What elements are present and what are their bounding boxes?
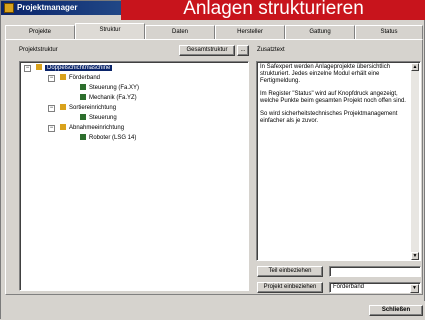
close-button[interactable]: Schließen (369, 305, 423, 316)
status-bar (1, 301, 425, 320)
teil-input[interactable] (329, 266, 421, 277)
tree-node-abnahmeeinrichtung[interactable]: Abnahmeeinrichtung (60, 124, 124, 132)
folder-icon (60, 74, 66, 81)
tab-projekte[interactable]: Projekte (5, 25, 75, 39)
zusatztext-area[interactable]: In Safexpert werden Anlageprojekte übers… (256, 61, 421, 261)
app-icon (4, 3, 14, 13)
tab-hersteller[interactable]: Hersteller (215, 25, 285, 39)
projektstruktur-label: Projektstruktur (19, 47, 58, 53)
tree-node-sortiereinrichtung[interactable]: Sortiereinrichtung (60, 104, 116, 112)
note-paragraph: So wird sicherheitstechnisches Projektma… (260, 111, 398, 124)
collapse-toggle[interactable]: − (48, 105, 55, 112)
more-button[interactable]: ... (237, 45, 249, 56)
project-tree[interactable]: − Doppelschichtmaschine − Förderband Ste… (19, 61, 249, 291)
projektmanager-window: Projektmanager Anlagen strukturieren Pro… (0, 0, 425, 320)
tree-node-steuerung[interactable]: Steuerung (80, 114, 117, 122)
note-scrollbar[interactable]: ▲ ▼ (411, 63, 419, 260)
tab-bar: Projekte Struktur Daten Hersteller Gattu… (5, 23, 423, 39)
tree-node-mechanik-yz[interactable]: Mechanik (Fa.YZ) (80, 94, 137, 102)
module-icon (80, 114, 86, 121)
gesamtstruktur-button[interactable]: Gesamtstruktur (179, 45, 235, 56)
chevron-down-icon[interactable]: ▼ (410, 284, 419, 293)
folder-icon (60, 124, 66, 131)
collapse-toggle[interactable]: − (24, 65, 31, 72)
note-paragraph: In Safexpert werden Anlageprojekte übers… (260, 64, 391, 84)
projekt-select-value: Förderband (333, 284, 365, 290)
folder-icon (60, 104, 66, 111)
teil-einbeziehen-button[interactable]: Teil einbeziehen (257, 266, 323, 277)
module-icon (80, 94, 86, 101)
tree-node-steuerung-xy[interactable]: Steuerung (Fa.XY) (80, 84, 139, 92)
tree-node-foerderband[interactable]: Förderband (60, 74, 100, 82)
collapse-toggle[interactable]: − (48, 125, 55, 132)
module-icon (80, 84, 86, 91)
scroll-down-icon[interactable]: ▼ (411, 252, 419, 260)
tree-node-doppelschicht[interactable]: Doppelschichtmaschine (36, 64, 113, 72)
projekt-einbeziehen-button[interactable]: Projekt einbeziehen (257, 282, 323, 293)
overlay-caption: Anlagen strukturieren (121, 0, 425, 20)
tab-gattung[interactable]: Gattung (285, 25, 355, 39)
collapse-toggle[interactable]: − (48, 75, 55, 82)
note-paragraph: Im Register "Status" wird auf Knopfdruck… (260, 91, 406, 104)
tab-struktur[interactable]: Struktur (75, 23, 145, 39)
window-title: Projektmanager (17, 3, 78, 12)
module-icon (80, 134, 86, 141)
tree-node-roboter[interactable]: Roboter (LSG 14) (80, 134, 136, 142)
zusatztext-label: Zusatztext (257, 47, 285, 53)
scroll-up-icon[interactable]: ▲ (411, 63, 419, 71)
tab-status[interactable]: Status (355, 25, 423, 39)
folder-icon (36, 64, 42, 71)
projekt-select[interactable]: Förderband ▼ (329, 282, 421, 293)
tab-daten[interactable]: Daten (145, 25, 215, 39)
